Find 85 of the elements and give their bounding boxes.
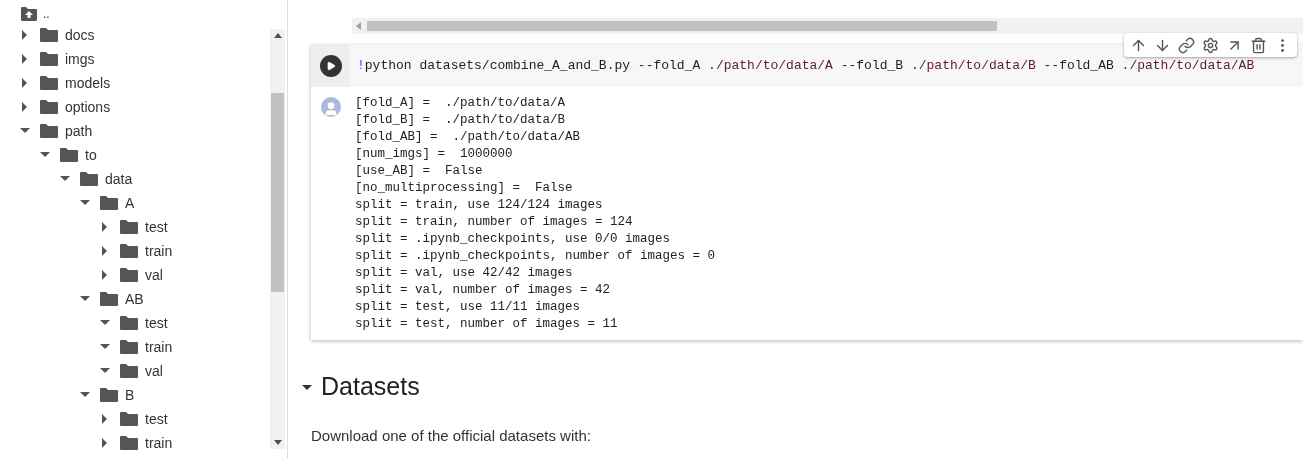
folder-icon [120, 412, 138, 426]
output-line: split = .ipynb_checkpoints, use 0/0 images [355, 231, 672, 248]
output-line: [fold_B] = ./path/to/data/B [355, 112, 567, 129]
expand-caret-icon[interactable] [102, 246, 108, 256]
folder-name[interactable]: train [145, 432, 173, 454]
collapse-caret-icon[interactable] [80, 392, 90, 398]
folder-name[interactable]: test [145, 216, 168, 238]
folder-icon [40, 28, 58, 42]
output-line: split = val, number of images = 42 [355, 282, 612, 299]
folder-icon [40, 100, 58, 114]
expand-caret-icon[interactable] [22, 102, 28, 112]
expand-caret-icon[interactable] [102, 222, 108, 232]
folder-icon [80, 172, 98, 186]
collapse-caret-icon[interactable] [80, 296, 90, 302]
output-line: [use_AB] = False [355, 163, 484, 180]
code-line: !python datasets/combine_A_and_B.py --fold_A ./path/to/data/A --fold_B ./path/to/data/B --fold_AB ./path/to/data/AB [357, 57, 1255, 76]
output-line: split = train, use 124/124 images [355, 197, 604, 214]
settings-icon[interactable] [1202, 36, 1219, 54]
folder-name[interactable]: val [145, 264, 163, 286]
expand-caret-icon[interactable] [22, 30, 28, 40]
folder-icon [40, 52, 58, 66]
folder-name[interactable]: to [85, 144, 97, 166]
folder-name[interactable]: test [145, 312, 168, 334]
output-line: split = test, number of images = 11 [355, 316, 619, 333]
folder-icon [100, 388, 118, 402]
folder-name[interactable]: train [145, 336, 173, 358]
collapse-caret-icon[interactable] [100, 320, 110, 326]
output-line: [fold_AB] = ./path/to/data/AB [355, 129, 582, 146]
output-line: split = val, use 42/42 images [355, 265, 574, 282]
folder-name[interactable]: B [125, 384, 135, 406]
folder-name[interactable]: imgs [65, 48, 95, 70]
collapse-caret-icon[interactable] [302, 382, 312, 392]
output-line: split = train, number of images = 124 [355, 214, 634, 231]
folder-icon [100, 196, 118, 210]
play-icon [325, 61, 336, 71]
expand-caret-icon[interactable] [102, 438, 108, 448]
output-line: [no_multiprocessing] = False [355, 180, 574, 197]
collapse-caret-icon[interactable] [100, 368, 110, 374]
folder-icon [120, 436, 138, 450]
folder-icon [120, 340, 138, 354]
folder-icon [120, 220, 138, 234]
scroll-down-icon[interactable] [273, 440, 282, 445]
folder-icon [120, 316, 138, 330]
section-text: Download one of the official datasets with: [311, 426, 592, 446]
folder-icon [120, 364, 138, 378]
folder-name[interactable]: models [65, 72, 111, 94]
folder-name[interactable]: AB [125, 288, 144, 310]
folder-icon [120, 244, 138, 258]
section-heading: Datasets [321, 371, 420, 403]
folder-name[interactable]: test [145, 408, 168, 430]
run-button[interactable] [319, 55, 342, 77]
folder-name[interactable]: docs [65, 24, 95, 46]
delete-icon[interactable] [1250, 36, 1267, 54]
collapse-caret-icon[interactable] [20, 128, 30, 134]
expand-caret-icon[interactable] [102, 270, 108, 280]
link-icon[interactable] [1178, 36, 1195, 54]
folder-name[interactable]: options [65, 96, 111, 118]
code-editor[interactable]: !python datasets/combine_A_and_B.py --fold_A ./path/to/data/A --fold_B ./path/to/data/B --fold_AB ./path/to/data/AB [350, 45, 1303, 87]
output-line: [num_imgs] = 1000000 [355, 146, 514, 163]
output-line: split = .ipynb_checkpoints, number of images = 0 [355, 248, 716, 265]
folder-name[interactable]: A [125, 192, 135, 214]
parent-folder-icon[interactable] [21, 6, 37, 21]
parent-folder-label[interactable]: .. [43, 4, 50, 23]
folder-icon [40, 124, 58, 138]
folder-name[interactable]: data [105, 168, 133, 190]
folder-name[interactable]: train [145, 240, 173, 262]
scroll-up-icon[interactable] [273, 33, 282, 38]
scrollbar-thumb[interactable] [271, 93, 284, 292]
folder-icon [60, 148, 78, 162]
output-line: [fold_A] = ./path/to/data/A [355, 95, 567, 112]
expand-caret-icon[interactable] [102, 414, 108, 424]
folder-name[interactable]: val [145, 360, 163, 382]
horizontal-scrollbar-thumb[interactable] [367, 21, 997, 31]
collapse-caret-icon[interactable] [60, 176, 70, 182]
expand-caret-icon[interactable] [22, 78, 28, 88]
collapse-caret-icon[interactable] [80, 200, 90, 206]
output-avatar-icon [320, 97, 341, 117]
expand-caret-icon[interactable] [22, 54, 28, 64]
folder-icon [120, 268, 138, 282]
output-line: split = test, use 11/11 images [355, 299, 582, 316]
folder-icon [40, 76, 58, 90]
folder-name[interactable]: path [65, 120, 93, 142]
collapse-caret-icon[interactable] [40, 152, 50, 158]
folder-icon [100, 292, 118, 306]
collapse-caret-icon[interactable] [100, 344, 110, 350]
